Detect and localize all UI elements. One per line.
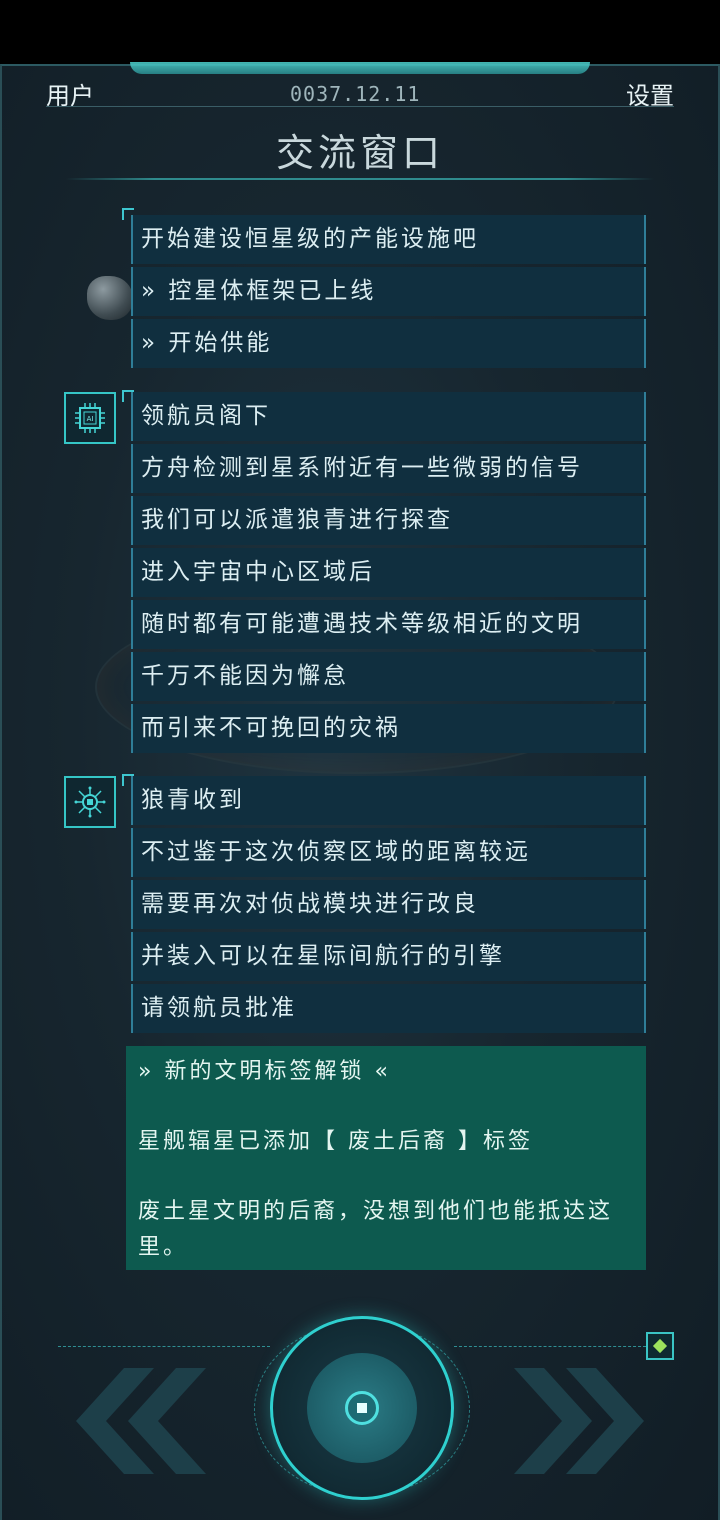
double-chevron-right-icon[interactable] xyxy=(508,1368,654,1474)
chat-message: 进入宇宙中心区域后 xyxy=(131,548,646,597)
ai-avatar[interactable]: AI xyxy=(64,392,116,444)
notice-description: 废土星文明的后裔，没想到他们也能抵达这里。 xyxy=(138,1199,614,1260)
notice-heading: » 新的文明标签解锁 « xyxy=(138,1059,391,1084)
diamond-icon[interactable] xyxy=(646,1332,674,1360)
chat-message: 狼青收到 xyxy=(131,776,646,825)
double-chevron-left-icon[interactable] xyxy=(66,1368,212,1474)
header-divider xyxy=(46,106,674,107)
chat-message: 开始建设恒星级的产能设施吧 xyxy=(131,215,646,264)
unlock-notice: » 新的文明标签解锁 « 星舰辐星已添加【 废土后裔 】标签 废土星文明的后裔，… xyxy=(126,1046,646,1270)
chat-message: 随时都有可能遭遇技术等级相近的文明 xyxy=(131,600,646,649)
ai-chip-icon: AI xyxy=(75,403,105,433)
chat-message: 而引来不可挽回的灾祸 xyxy=(131,704,646,753)
chat-message: » 开始供能 xyxy=(131,319,646,368)
scout-avatar[interactable] xyxy=(64,776,116,828)
page-title: 交流窗口 xyxy=(275,131,444,175)
svg-text:AI: AI xyxy=(87,415,94,423)
chat-message: 并装入可以在星际间航行的引擎 xyxy=(131,932,646,981)
title-divider xyxy=(66,178,654,180)
stop-square-icon xyxy=(345,1391,379,1425)
game-date: 0037.12.11 xyxy=(290,82,421,106)
dashed-guide-left xyxy=(58,1346,270,1347)
chat-message: » 控星体框架已上线 xyxy=(131,267,646,316)
chat-message: 需要再次对侦战模块进行改良 xyxy=(131,880,646,929)
continue-button[interactable] xyxy=(270,1316,454,1500)
chat-message: 领航员阁下 xyxy=(131,392,646,441)
chat-message: 方舟检测到星系附近有一些微弱的信号 xyxy=(131,444,646,493)
notice-line: 星舰辐星已添加【 废土后裔 】标签 xyxy=(138,1129,533,1154)
status-bar xyxy=(0,0,720,64)
chat-message: 请领航员批准 xyxy=(131,984,646,1033)
circuit-chip-icon xyxy=(74,786,106,818)
asteroid-decoration xyxy=(87,276,133,320)
chat-message: 不过鉴于这次侦察区域的距离较远 xyxy=(131,828,646,877)
dashed-guide-right xyxy=(454,1346,646,1347)
chat-message: 千万不能因为懈怠 xyxy=(131,652,646,701)
chat-message: 我们可以派遣狼青进行探查 xyxy=(131,496,646,545)
top-glow-bar xyxy=(130,62,590,74)
